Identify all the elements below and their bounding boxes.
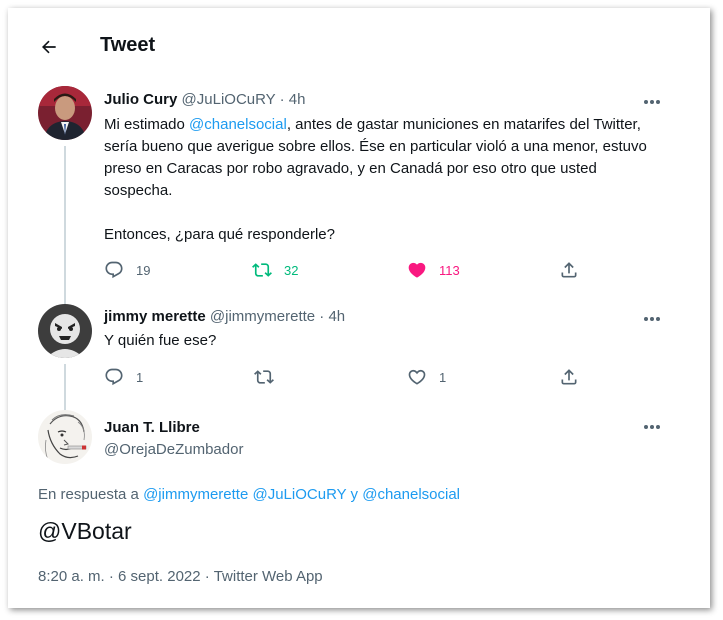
tweet-actions: 1 1 [104, 366, 604, 388]
more-options-button[interactable] [640, 419, 664, 435]
replying-to-conjunction: y [350, 486, 359, 503]
retweet-icon [254, 370, 274, 384]
tweet-text-part: Entonces, ¿para qué responderle? [104, 226, 335, 243]
display-name[interactable]: Julio Cury [104, 91, 177, 108]
user-handle[interactable]: @JuLiOCuRY [182, 91, 276, 108]
retweet-button[interactable] [254, 366, 286, 388]
back-button[interactable] [34, 32, 64, 62]
like-count: 1 [439, 369, 447, 385]
replying-to-label: En respuesta a [38, 486, 139, 503]
retweet-icon [252, 263, 272, 277]
tweet-source[interactable]: Twitter Web App [214, 568, 323, 585]
more-options-button[interactable] [640, 94, 664, 110]
tweet-actions: 19 32 113 [104, 259, 604, 281]
separator: · [108, 568, 114, 585]
separator: · [319, 308, 325, 325]
user-photo [38, 304, 92, 358]
share-button[interactable] [559, 259, 579, 281]
heart-outline-icon [408, 369, 426, 385]
user-handle-row: @OrejaDeZumbador [104, 441, 243, 458]
reply-button[interactable]: 1 [104, 366, 143, 388]
tweet-header: Julio Cury @JuLiOCuRY · 4h [104, 91, 305, 108]
share-button[interactable] [559, 366, 579, 388]
separator: · [279, 91, 285, 108]
tweet-text: @VBotar [38, 518, 132, 544]
page-title: Tweet [100, 34, 156, 56]
avatar[interactable] [38, 304, 92, 358]
replying-to: En respuesta a @jimmymerette @JuLiOCuRY … [38, 486, 460, 503]
mention-link[interactable]: @JuLiOCuRY [252, 486, 346, 503]
more-options-button[interactable] [640, 311, 664, 327]
display-name[interactable]: Juan T. Llibre [104, 419, 200, 436]
retweet-button[interactable]: 32 [252, 259, 298, 281]
page-header: Tweet [8, 8, 710, 84]
avatar[interactable] [38, 410, 92, 464]
user-photo [38, 86, 92, 140]
more-horizontal-icon [644, 425, 660, 429]
mention-link[interactable]: @chanelsocial [362, 486, 460, 503]
tweet-text-part: Mi estimado [104, 116, 190, 133]
timestamp[interactable]: 4h [289, 91, 306, 108]
share-icon [561, 369, 577, 385]
user-handle[interactable]: @OrejaDeZumbador [104, 441, 243, 458]
tweet-detail-panel: Tweet Julio Cury @JuLiOCuRY · 4h Mi esti… [8, 8, 710, 608]
like-button[interactable]: 113 [407, 259, 460, 281]
more-horizontal-icon [644, 317, 660, 321]
reply-icon [105, 368, 123, 386]
like-button[interactable]: 1 [407, 366, 446, 388]
arrow-left-icon [42, 40, 56, 54]
reply-count: 19 [136, 262, 151, 278]
tweet-date[interactable]: 6 sept. 2022 [118, 568, 201, 585]
avatar[interactable] [38, 86, 92, 140]
tweet-metadata: 8:20 a. m. · 6 sept. 2022 · Twitter Web … [38, 568, 323, 585]
timestamp[interactable]: 4h [328, 308, 345, 325]
tweet-text: Y quién fue ese? [104, 332, 217, 349]
tweet-time[interactable]: 8:20 a. m. [38, 568, 105, 585]
separator: · [204, 568, 210, 585]
thread-connector [64, 364, 66, 414]
mention-link[interactable]: @chanelsocial [189, 116, 287, 133]
user-photo [38, 410, 92, 464]
heart-filled-icon [408, 262, 426, 278]
reply-button[interactable]: 19 [104, 259, 150, 281]
reply-count: 1 [136, 369, 144, 385]
like-count: 113 [439, 262, 460, 278]
more-horizontal-icon [644, 100, 660, 104]
thread-connector [64, 146, 66, 308]
retweet-count: 32 [284, 262, 299, 278]
display-name[interactable]: jimmy merette [104, 308, 206, 325]
user-handle[interactable]: @jimmymerette [210, 308, 315, 325]
mention-link[interactable]: @jimmymerette [143, 486, 248, 503]
reply-icon [105, 261, 123, 279]
tweet-header: jimmy merette @jimmymerette · 4h [104, 308, 345, 325]
share-icon [561, 262, 577, 278]
tweet-text: Mi estimado @chanelsocial, antes de gast… [104, 114, 664, 246]
